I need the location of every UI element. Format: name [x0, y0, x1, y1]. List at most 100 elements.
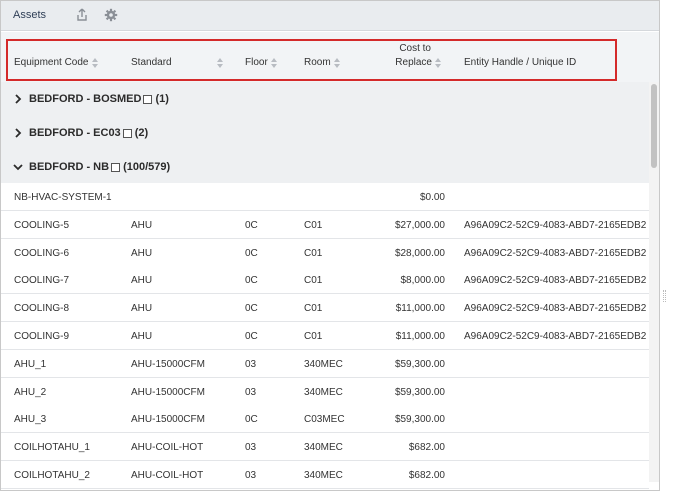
sort-icon[interactable]	[91, 57, 98, 68]
entity-handle-cell: A96A09C2-52C9-4083-ABD7-2165EDB2	[464, 275, 647, 287]
standard-cell: AHU-15000CFM	[131, 386, 205, 398]
cost-cell: $0.00	[419, 192, 445, 203]
room-cell: 340MEC	[304, 358, 343, 370]
column-label: Floor	[245, 57, 268, 68]
standard-cell: AHU	[131, 247, 153, 259]
chevron-right-icon[interactable]	[13, 94, 23, 104]
chevron-right-icon[interactable]	[13, 128, 23, 138]
floor-cell: 0C	[245, 275, 258, 287]
equipment-code-cell: COOLING-8	[14, 303, 70, 315]
sort-icon[interactable]	[270, 57, 277, 68]
equipment-code-cell: NB-HVAC-SYSTEM-1	[14, 192, 112, 203]
equipment-code-cell: COOLING-9	[14, 331, 70, 342]
floor-cell: 03	[245, 442, 257, 454]
column-header-floor[interactable]: Floor	[245, 57, 277, 68]
floor-cell: 03	[245, 386, 257, 398]
room-cell: C01	[304, 219, 323, 231]
column-label: Entity Handle / Unique ID	[464, 57, 577, 68]
standard-cell: AHU-COIL-HOT	[131, 442, 204, 454]
room-cell: C01	[304, 275, 323, 287]
group-count: (2)	[134, 127, 149, 139]
table-row[interactable]: AHU_1 AHU-15000CFM 03 340MEC $59,300.00	[1, 349, 649, 378]
group-count: (1)	[155, 93, 169, 105]
cost-cell: $8,000.00	[400, 275, 446, 287]
table-row[interactable]: COOLING-8 AHU 0C C01 $11,000.00 A96A09C2-52C9…	[1, 294, 649, 323]
equipment-code-cell: AHU_2	[14, 386, 47, 398]
entity-handle-cell: A96A09C2-52C9-4083-ABD7-2165EDB2	[464, 247, 647, 259]
equipment-code-cell: AHU_3	[14, 414, 47, 426]
column-label-line1: Cost to	[399, 43, 431, 54]
cost-cell: $27,000.00	[394, 219, 445, 231]
share-icon[interactable]	[75, 8, 89, 22]
resize-grip-icon[interactable]	[663, 290, 666, 302]
table-row[interactable]: COOLING-5 AHU 0C C01 $27,000.00 A96A09C2-52C9…	[1, 210, 649, 239]
cost-cell: $682.00	[408, 470, 445, 481]
table-row[interactable]: COILHOTAHU_2 AHU-COIL-HOT 03 340MEC $682.00	[1, 461, 649, 489]
room-cell: 340MEC	[304, 470, 343, 481]
cost-cell: $28,000.00	[394, 247, 445, 259]
sort-icon[interactable]	[435, 57, 441, 68]
floor-cell: 0C	[245, 331, 258, 342]
room-cell: C01	[304, 303, 323, 315]
group-row-bosmed[interactable]: BEDFORD - BOSMED (1)	[1, 82, 649, 116]
group-name: BEDFORD - EC03	[29, 127, 121, 139]
standard-cell: AHU	[131, 275, 153, 287]
equipment-code-cell: COILHOTAHU_1	[14, 442, 90, 454]
cost-cell: $59,300.00	[394, 358, 445, 370]
group-checkbox[interactable]	[111, 162, 121, 172]
room-cell: C03MEC	[304, 414, 345, 426]
standard-cell: AHU-COIL-HOT	[131, 470, 204, 481]
gear-icon[interactable]	[104, 8, 118, 22]
sort-icon[interactable]	[333, 57, 340, 68]
group-name: BEDFORD - BOSMED	[29, 93, 142, 105]
cost-cell: $11,000.00	[395, 303, 445, 315]
standard-cell: AHU-15000CFM	[131, 414, 205, 426]
chevron-down-icon[interactable]	[13, 162, 23, 172]
group-row-nb[interactable]: BEDFORD - NB (100/579)	[1, 150, 649, 184]
column-header-equipment-code[interactable]: Equipment Code	[14, 57, 98, 68]
room-cell: 340MEC	[304, 442, 343, 454]
group-name: BEDFORD - NB	[29, 161, 110, 173]
table-row[interactable]: AHU_2 AHU-15000CFM 03 340MEC $59,300.00	[1, 377, 649, 406]
floor-cell: 03	[245, 470, 257, 481]
room-cell: C01	[304, 331, 323, 342]
equipment-code-cell: COOLING-5	[14, 219, 70, 231]
column-label: Standard	[131, 57, 172, 68]
group-row-ec03[interactable]: BEDFORD - EC03 (2)	[1, 116, 649, 150]
column-header-cost-to-replace[interactable]: Cost to Replace	[391, 43, 441, 68]
standard-cell: AHU	[131, 331, 153, 342]
group-count: (100/579)	[123, 161, 171, 173]
table-row[interactable]: AHU_3 AHU-15000CFM 0C C03MEC $59,300.00	[1, 405, 649, 434]
column-label: Equipment Code	[14, 57, 89, 68]
standard-cell: AHU-15000CFM	[131, 358, 205, 370]
group-checkbox[interactable]	[122, 128, 132, 138]
column-header-entity-handle[interactable]: Entity Handle / Unique ID	[464, 57, 576, 68]
cost-cell: $59,300.00	[394, 414, 445, 426]
column-header-room[interactable]: Room	[304, 57, 340, 68]
group-checkbox[interactable]	[143, 94, 153, 104]
entity-handle-cell: A96A09C2-52C9-4083-ABD7-2165EDB2	[464, 219, 647, 231]
floor-cell: 0C	[245, 219, 258, 231]
vertical-scrollbar[interactable]	[649, 82, 659, 482]
standard-cell: AHU	[131, 219, 153, 231]
entity-handle-cell: A96A09C2-52C9-4083-ABD7-2165EDB2	[464, 331, 647, 342]
equipment-code-cell: COOLING-6	[14, 247, 70, 259]
room-cell: 340MEC	[304, 386, 343, 398]
table-row[interactable]: COOLING-9 AHU 0C C01 $11,000.00 A96A09C2-52C9…	[1, 322, 649, 350]
entity-handle-cell: A96A09C2-52C9-4083-ABD7-2165EDB2	[464, 303, 647, 315]
standard-cell: AHU	[131, 303, 153, 315]
floor-cell: 0C	[245, 247, 258, 259]
assets-panel: Assets Equipment Code Standard Floor Roo…	[0, 0, 660, 491]
column-header-standard[interactable]: Standard	[131, 57, 172, 68]
scrollbar-thumb[interactable]	[651, 84, 657, 168]
cost-cell: $59,300.00	[394, 386, 445, 398]
sort-icon[interactable]	[217, 58, 223, 68]
cost-cell: $682.00	[408, 442, 445, 454]
table-row[interactable]: COOLING-7 AHU 0C C01 $8,000.00 A96A09C2-52C9-…	[1, 266, 649, 295]
floor-cell: 0C	[245, 303, 258, 315]
panel-header: Assets	[1, 1, 659, 31]
equipment-code-cell: COOLING-7	[14, 275, 70, 287]
table-row[interactable]: COOLING-6 AHU 0C C01 $28,000.00 A96A09C2-52C9…	[1, 238, 649, 267]
table-row[interactable]: NB-HVAC-SYSTEM-1 $0.00	[1, 183, 649, 211]
table-row[interactable]: COILHOTAHU_1 AHU-COIL-HOT 03 340MEC $682.00	[1, 433, 649, 462]
